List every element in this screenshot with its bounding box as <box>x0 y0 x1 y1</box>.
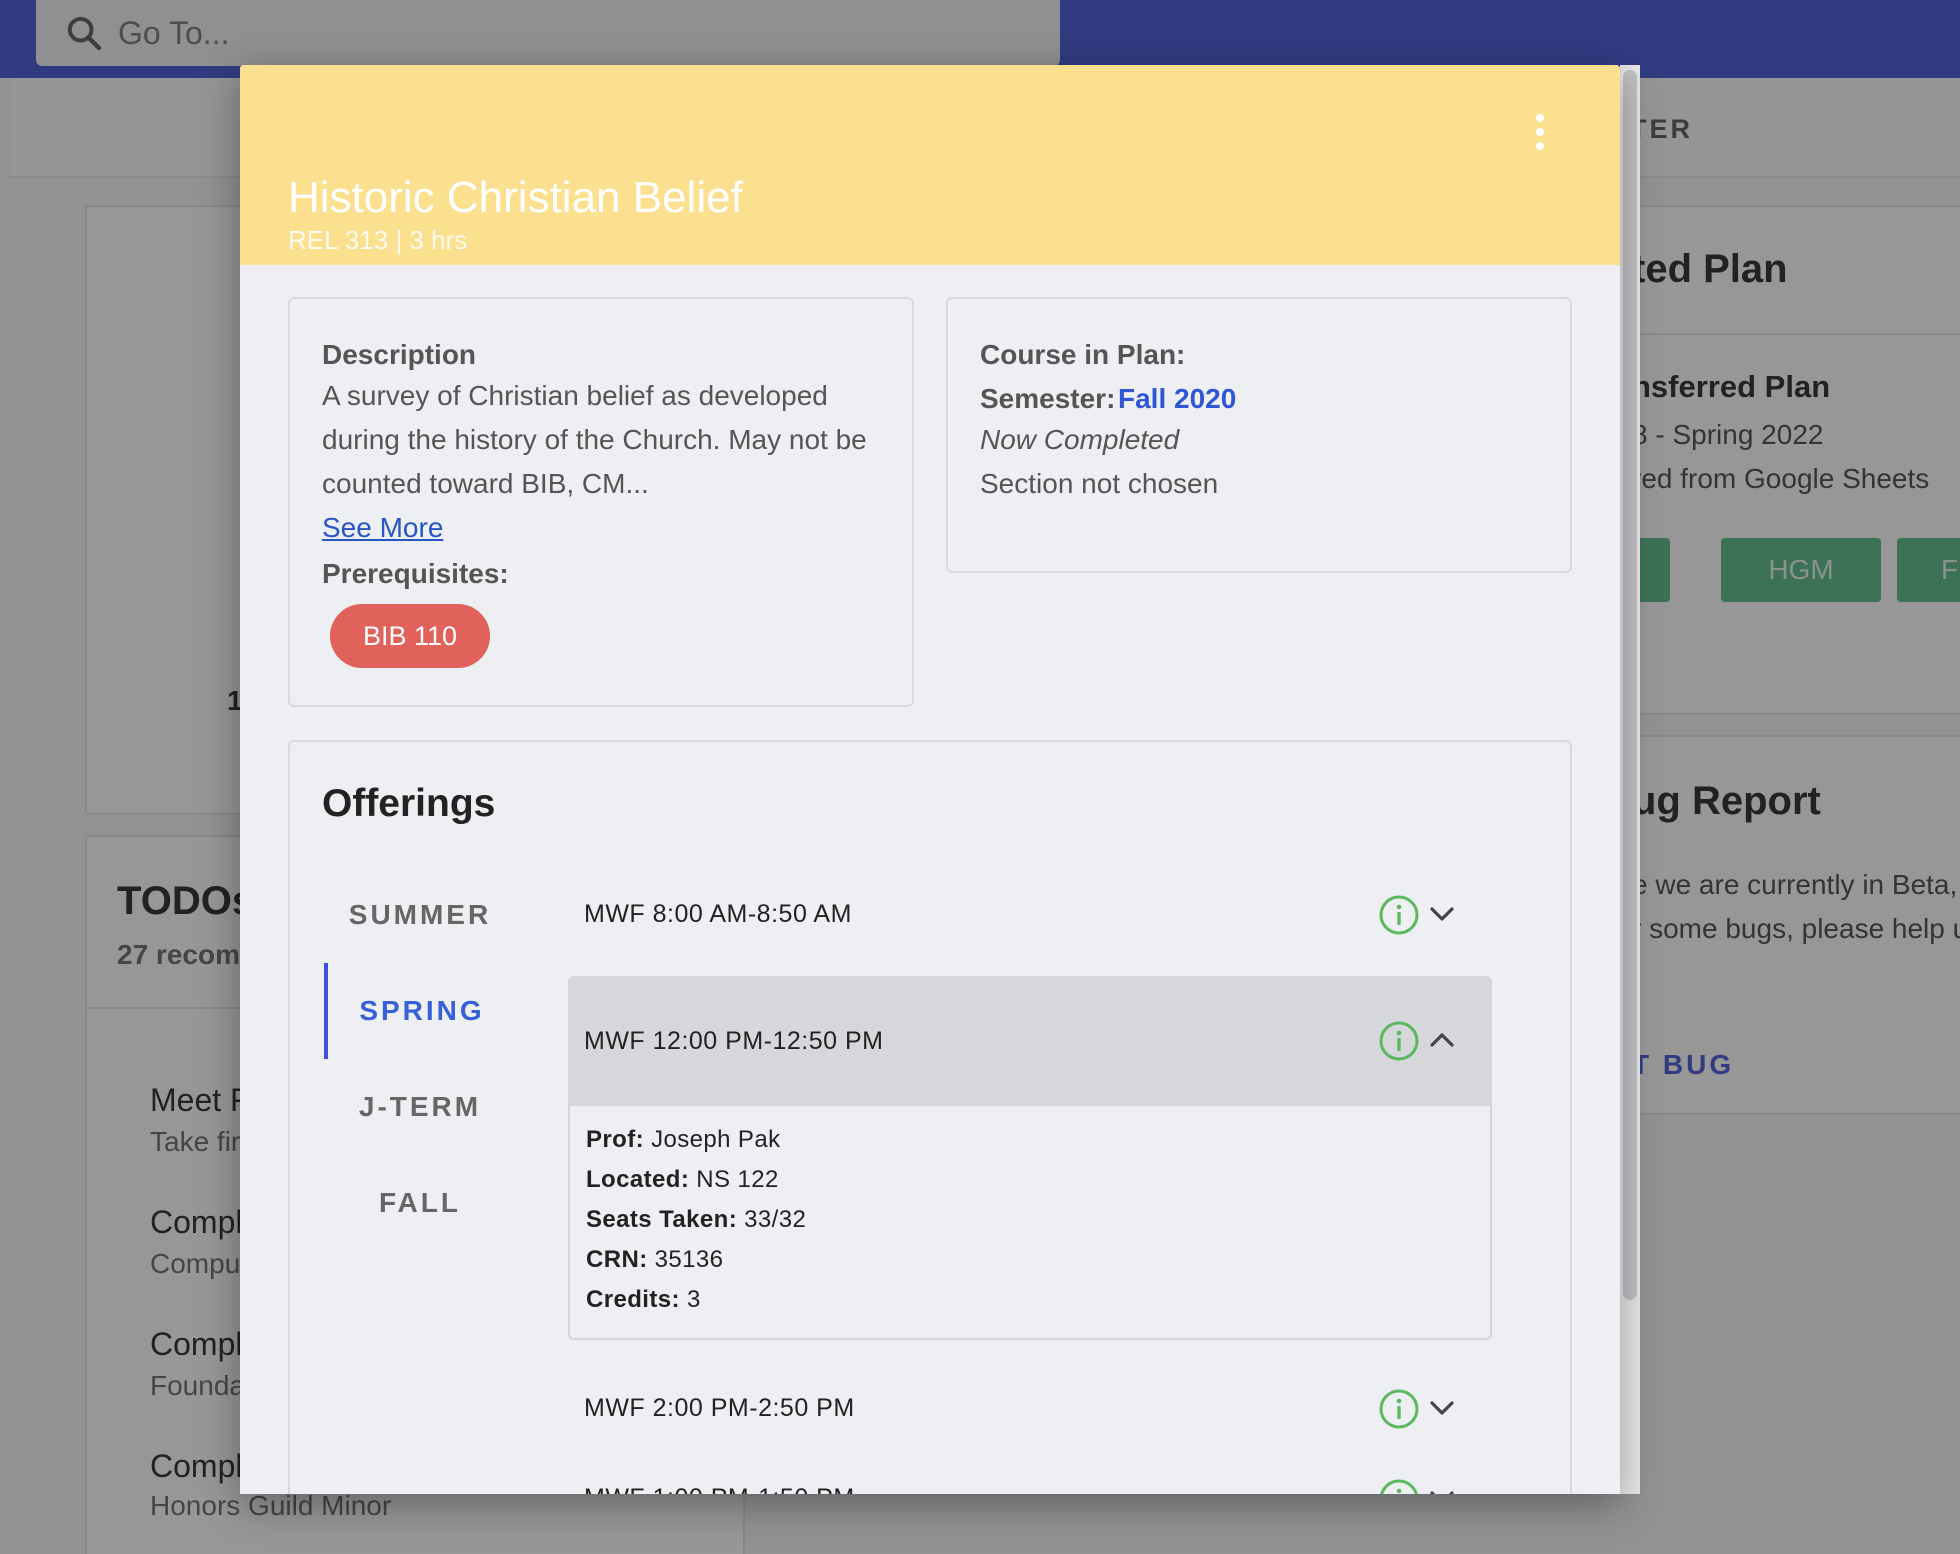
offering-row-expanded[interactable]: MWF 12:00 PM-12:50 PM <box>568 976 1492 1106</box>
prerequisite-chip[interactable]: BIB 110 <box>330 604 490 668</box>
chevron-down-icon[interactable] <box>1428 1396 1456 1420</box>
more-options-icon[interactable] <box>1520 107 1560 157</box>
tab-fall[interactable]: FALL <box>324 1155 516 1251</box>
chevron-down-icon[interactable] <box>1428 1486 1456 1494</box>
semester-value-link[interactable]: Fall 2020 <box>1118 383 1236 415</box>
description-label: Description <box>322 339 477 370</box>
detail-prof: Prof: Joseph Pak <box>586 1126 781 1153</box>
course-title: Historic Christian Belief <box>288 173 743 222</box>
detail-located: Located: NS 122 <box>586 1166 779 1193</box>
course-in-plan-label: Course in Plan: <box>980 339 1186 370</box>
tab-summer[interactable]: SUMMER <box>324 867 516 963</box>
offering-details: Prof: Joseph Pak Located: NS 122 Seats T… <box>568 1106 1492 1340</box>
description-line: counted toward BIB, CM... <box>322 468 649 499</box>
info-icon[interactable] <box>1378 894 1420 936</box>
offering-row[interactable]: MWF 1:00 PM-1:50 PM <box>568 1442 1492 1494</box>
offering-time: MWF 1:00 PM-1:50 PM <box>584 1442 855 1495</box>
course-subtitle: REL 313 | 3 hrs <box>288 225 468 255</box>
dialog-scrollbar-thumb[interactable] <box>1623 70 1637 1300</box>
offering-time: MWF 8:00 AM-8:50 AM <box>584 899 852 928</box>
semester-label: Semester: <box>980 383 1116 414</box>
detail-credits: Credits: 3 <box>586 1286 701 1313</box>
info-icon[interactable] <box>1378 1478 1420 1494</box>
see-more-link[interactable]: See More <box>322 506 443 550</box>
description-line: during the history of the Church. May no… <box>322 424 867 455</box>
description-line: A survey of Christian belief as develope… <box>322 380 828 411</box>
chevron-down-icon[interactable] <box>1428 902 1456 926</box>
description-card: Description A survey of Christian belief… <box>288 297 914 707</box>
tab-j-term[interactable]: J-TERM <box>324 1059 516 1155</box>
offerings-card: Offerings SUMMER SPRING J-TERM FALL MWF … <box>288 740 1572 1494</box>
section-status: Section not chosen <box>980 468 1219 499</box>
info-icon[interactable] <box>1378 1020 1420 1062</box>
offering-time: MWF 12:00 PM-12:50 PM <box>584 1026 884 1055</box>
detail-seats: Seats Taken: 33/32 <box>586 1206 807 1233</box>
prerequisites-label: Prerequisites: <box>322 558 509 589</box>
chevron-up-icon[interactable] <box>1428 1028 1456 1052</box>
info-icon[interactable] <box>1378 1388 1420 1430</box>
completion-status: Now Completed <box>980 424 1180 455</box>
offerings-title: Offerings <box>322 782 496 825</box>
course-dialog: Historic Christian Belief REL 313 | 3 hr… <box>240 65 1620 1494</box>
tab-spring[interactable]: SPRING <box>324 963 516 1059</box>
dialog-header: Historic Christian Belief REL 313 | 3 hr… <box>240 65 1620 265</box>
offering-row[interactable]: MWF 8:00 AM-8:50 AM <box>568 858 1492 970</box>
course-in-plan-card: Course in Plan: Semester: Fall 2020 Now … <box>946 297 1572 573</box>
detail-crn: CRN: 35136 <box>586 1246 724 1273</box>
